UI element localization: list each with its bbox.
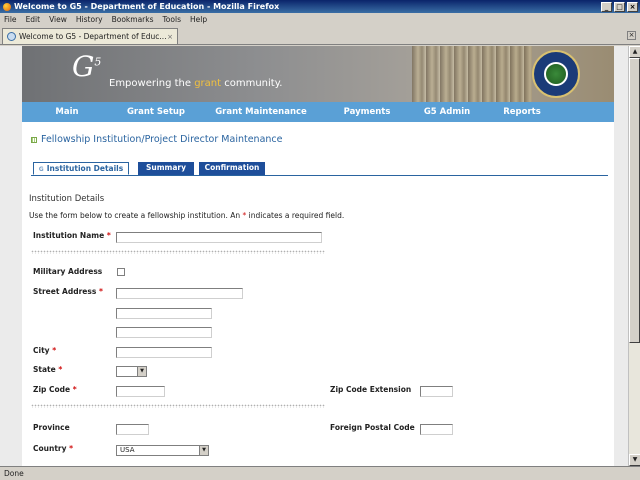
- foreign-postal-code-label: Foreign Postal Code: [330, 423, 415, 432]
- scroll-down-arrow-icon[interactable]: ▼: [629, 454, 640, 466]
- tab-institution-details[interactable]: G Institution Details: [33, 162, 129, 175]
- tab-close-icon[interactable]: ×: [167, 33, 173, 41]
- page-title-text: Fellowship Institution/Project Director …: [41, 134, 283, 145]
- street-address-label: Street Address *: [33, 287, 103, 296]
- street-address-line1-input[interactable]: [116, 288, 243, 299]
- tagline: Empowering the grant community.: [109, 78, 282, 89]
- header-banner: G5 Empowering the grant community.: [22, 46, 614, 102]
- province-input[interactable]: [116, 424, 149, 435]
- military-address-checkbox[interactable]: [117, 268, 125, 276]
- state-select[interactable]: ▼: [116, 366, 147, 377]
- required-mark: *: [58, 365, 63, 374]
- tagline-start: Empowering the: [109, 78, 195, 89]
- instructions-end: indicates a required field.: [246, 211, 345, 220]
- city-input[interactable]: [116, 347, 212, 358]
- institution-name-input[interactable]: [116, 232, 322, 243]
- zip-code-extension-input[interactable]: [420, 386, 453, 397]
- scrollbar-thumb[interactable]: [629, 58, 640, 343]
- menu-tools[interactable]: Tools: [163, 15, 181, 24]
- logo-superscript: 5: [94, 55, 102, 69]
- menu-file[interactable]: File: [4, 15, 17, 24]
- zip-code-label: Zip Code *: [33, 385, 77, 394]
- tab-institution-details-label: Institution Details: [46, 164, 124, 173]
- dotted-divider: [31, 250, 325, 254]
- menu-history[interactable]: History: [76, 15, 103, 24]
- nav-payments[interactable]: Payments: [322, 107, 412, 117]
- tab-g-icon: G: [38, 166, 44, 173]
- page-globe-icon: [7, 32, 16, 41]
- city-label: City *: [33, 346, 56, 355]
- menu-view[interactable]: View: [49, 15, 67, 24]
- tagline-highlight: grant: [194, 78, 222, 89]
- maximize-button[interactable]: □: [614, 1, 625, 12]
- required-mark: *: [98, 287, 103, 296]
- required-mark: *: [106, 231, 111, 240]
- menu-help[interactable]: Help: [190, 15, 207, 24]
- city-text: City: [33, 346, 50, 355]
- main-nav: Main Grant Setup Grant Maintenance Payme…: [22, 102, 614, 122]
- form-tabs: G Institution Details Summary Confirmatio…: [31, 162, 608, 176]
- institution-name-label: Institution Name *: [33, 231, 111, 240]
- foreign-postal-code-input[interactable]: [420, 424, 453, 435]
- required-mark: *: [72, 385, 77, 394]
- firefox-icon: [3, 2, 11, 11]
- logo-letter: G: [72, 50, 95, 83]
- required-mark: *: [69, 444, 74, 453]
- nav-main[interactable]: Main: [22, 107, 112, 117]
- military-address-label: Military Address: [33, 267, 103, 276]
- status-bar: Done: [0, 466, 640, 480]
- zip-code-input[interactable]: [116, 386, 165, 397]
- minimize-button[interactable]: _: [601, 1, 612, 12]
- menu-bar: File Edit View History Bookmarks Tools H…: [0, 13, 640, 26]
- scroll-up-arrow-icon[interactable]: ▲: [629, 46, 640, 58]
- menu-bookmarks[interactable]: Bookmarks: [112, 15, 154, 24]
- seal-tree-icon: [544, 62, 568, 86]
- street-address-line2-input[interactable]: [116, 308, 212, 319]
- section-heading: Institution Details: [29, 194, 105, 204]
- zip-code-extension-label: Zip Code Extension: [330, 385, 412, 394]
- nav-g5-admin[interactable]: G5 Admin: [412, 107, 482, 117]
- g5-logo: G5: [72, 50, 101, 83]
- state-text: State: [33, 365, 56, 374]
- page-content: G5 Empowering the grant community. Main …: [22, 46, 614, 466]
- window-title: Welcome to G5 - Department of Education …: [14, 2, 280, 11]
- library-shelves-image: [412, 46, 532, 102]
- province-label: Province: [33, 423, 70, 432]
- dotted-divider: [31, 404, 325, 408]
- required-mark: *: [52, 346, 57, 355]
- window-titlebar: Welcome to G5 - Department of Education …: [0, 0, 640, 13]
- status-text: Done: [4, 469, 24, 478]
- tagline-end: community.: [221, 78, 283, 89]
- street-address-line3-input[interactable]: [116, 327, 212, 338]
- nav-grant-maintenance[interactable]: Grant Maintenance: [200, 107, 322, 117]
- close-window-button[interactable]: ×: [627, 1, 638, 12]
- tab-summary[interactable]: Summary: [138, 162, 194, 175]
- menu-edit[interactable]: Edit: [26, 15, 41, 24]
- street-address-text: Street Address: [33, 287, 97, 296]
- country-label: Country *: [33, 444, 73, 453]
- browser-viewport: G5 Empowering the grant community. Main …: [0, 46, 628, 466]
- browser-tab-label: Welcome to G5 - Department of Educ...: [19, 32, 167, 41]
- institution-name-text: Institution Name: [33, 231, 105, 240]
- instructions-start: Use the form below to create a fellowshi…: [29, 211, 243, 220]
- nav-grant-setup[interactable]: Grant Setup: [112, 107, 200, 117]
- state-label: State *: [33, 365, 62, 374]
- chevron-down-icon: ▼: [199, 446, 208, 455]
- page-title: Fellowship Institution/Project Director …: [31, 134, 282, 145]
- country-select[interactable]: USA ▼: [116, 445, 209, 456]
- zip-code-text: Zip Code: [33, 385, 71, 394]
- grid-icon: [31, 136, 37, 143]
- browser-tab-bar: Welcome to G5 - Department of Educ... × …: [0, 26, 640, 45]
- department-seal-icon: [532, 50, 580, 98]
- browser-tab[interactable]: Welcome to G5 - Department of Educ... ×: [2, 28, 178, 44]
- close-tab-button[interactable]: ×: [627, 31, 636, 40]
- nav-reports[interactable]: Reports: [482, 107, 562, 117]
- country-text: Country: [33, 444, 67, 453]
- chevron-down-icon: ▼: [137, 367, 146, 376]
- country-value: USA: [120, 446, 135, 454]
- vertical-scrollbar[interactable]: ▲ ▼: [628, 46, 640, 466]
- tab-confirmation[interactable]: Confirmation: [199, 162, 265, 175]
- form-instructions: Use the form below to create a fellowshi…: [29, 211, 344, 220]
